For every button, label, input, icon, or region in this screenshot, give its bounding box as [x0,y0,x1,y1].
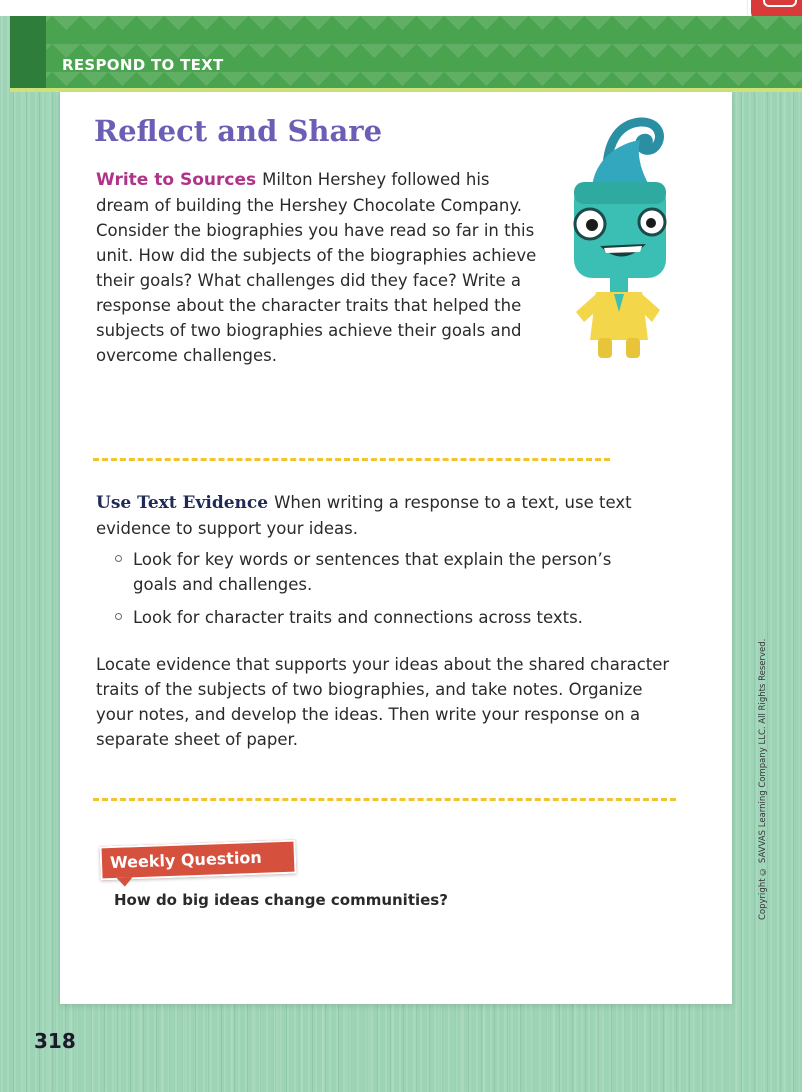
weekly-question-text: How do big ideas change communities? [114,891,448,909]
weekly-question-label: Weekly Question [109,847,263,873]
banner-left-strip [10,16,46,88]
write-to-sources-block: Write to Sources Milton Hershey followed … [96,167,542,368]
weekly-question-badge: Weekly Question [99,839,297,881]
closing-paragraph: Locate evidence that supports your ideas… [96,655,670,749]
list-item: Look for key words or sentences that exp… [96,547,656,597]
content-card: Reflect and Share Write to Sources Milton… [60,92,732,1004]
evidence-bullet-list: Look for key words or sentences that exp… [96,547,656,630]
bullet-text: Look for key words or sentences that exp… [133,550,612,594]
use-text-evidence-block: Use Text Evidence When writing a response… [96,490,656,638]
write-to-sources-label: Write to Sources [96,170,257,190]
section-label: RESPOND TO TEXT [62,56,224,74]
divider-dashed-1 [93,458,610,461]
circle-bullet-icon [115,613,122,620]
use-text-evidence-paragraph: Use Text Evidence When writing a response… [96,490,656,541]
top-margin [0,0,802,16]
use-text-evidence-label: Use Text Evidence [96,493,269,513]
page-title: Reflect and Share [94,114,383,148]
closing-block: Locate evidence that supports your ideas… [96,652,676,752]
teal-cartoon-character-icon [556,112,676,362]
header-banner [10,16,802,88]
divider-dashed-2 [93,798,676,801]
bullet-text: Look for character traits and connection… [133,608,583,627]
list-item: Look for character traits and connection… [96,605,656,630]
write-to-sources-text: Milton Hershey followed his dream of bui… [96,170,537,365]
write-to-sources-paragraph: Write to Sources Milton Hershey followed … [96,167,542,368]
circle-bullet-icon [115,555,122,562]
page-number: 318 [34,1029,76,1053]
copyright-notice: Copyright © SAVVAS Learning Company LLC.… [758,638,768,920]
